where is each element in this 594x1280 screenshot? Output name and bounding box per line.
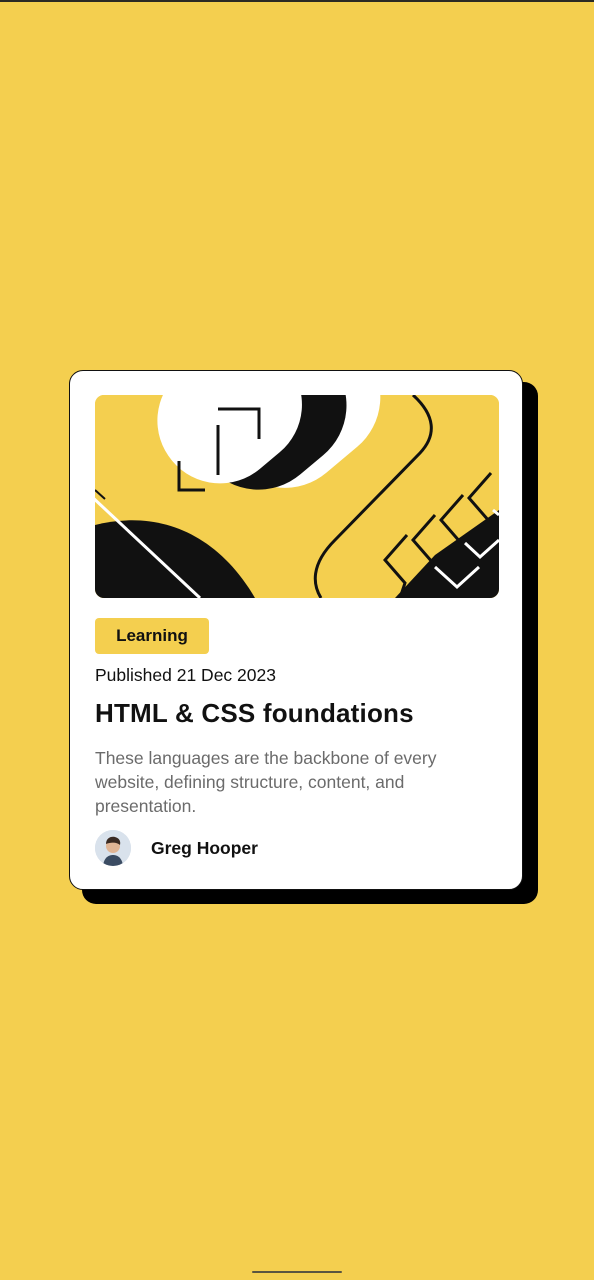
card-title[interactable]: HTML & CSS foundations bbox=[95, 698, 414, 729]
category-tag: Learning bbox=[95, 618, 209, 654]
home-indicator[interactable] bbox=[252, 1271, 342, 1273]
avatar bbox=[95, 830, 131, 866]
blog-preview-card: Learning Published 21 Dec 2023 HTML & CS… bbox=[69, 370, 523, 890]
publish-date: Published 21 Dec 2023 bbox=[95, 665, 276, 685]
abstract-illustration-icon bbox=[95, 395, 499, 598]
author-name: Greg Hooper bbox=[151, 838, 258, 858]
hero-illustration bbox=[95, 395, 499, 598]
status-bar-edge bbox=[0, 0, 594, 2]
author-avatar-icon bbox=[95, 830, 131, 866]
card-description: These languages are the backbone of ever… bbox=[95, 748, 437, 816]
